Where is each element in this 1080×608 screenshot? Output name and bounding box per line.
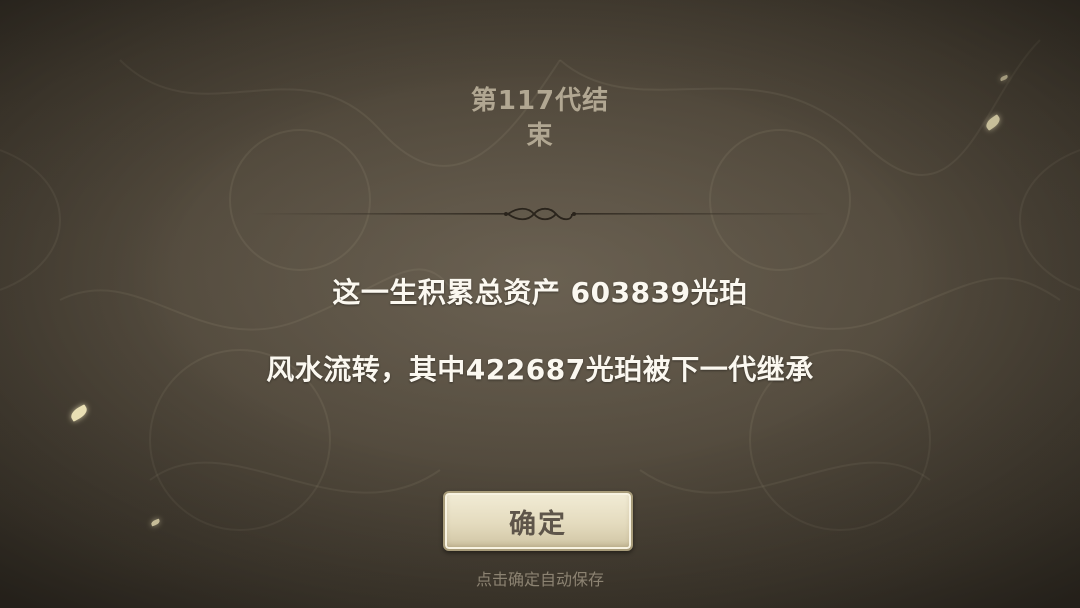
confirm-button-label: 确定	[509, 508, 567, 540]
generation-end-screen: 第117代结 束 这一生积累总资产 603839光珀 风水流转，其中422687…	[0, 0, 1080, 608]
falling-petal-icon	[150, 518, 161, 527]
autosave-hint: 点击确定自动保存	[475, 570, 604, 589]
ornate-scroll-divider-icon	[250, 207, 830, 221]
falling-petal-icon	[983, 114, 1003, 131]
falling-petal-icon	[68, 404, 90, 422]
confirm-button[interactable]: 确定	[443, 491, 633, 551]
inheritance-message: 风水流转，其中422687光珀被下一代继承	[266, 353, 814, 386]
falling-petal-icon	[999, 74, 1009, 82]
generation-end-title: 第117代结 束	[440, 84, 640, 154]
total-assets-message: 这一生积累总资产 603839光珀	[332, 276, 748, 309]
title-line-1: 第117代结	[470, 86, 610, 116]
title-line-2: 束	[526, 121, 554, 151]
